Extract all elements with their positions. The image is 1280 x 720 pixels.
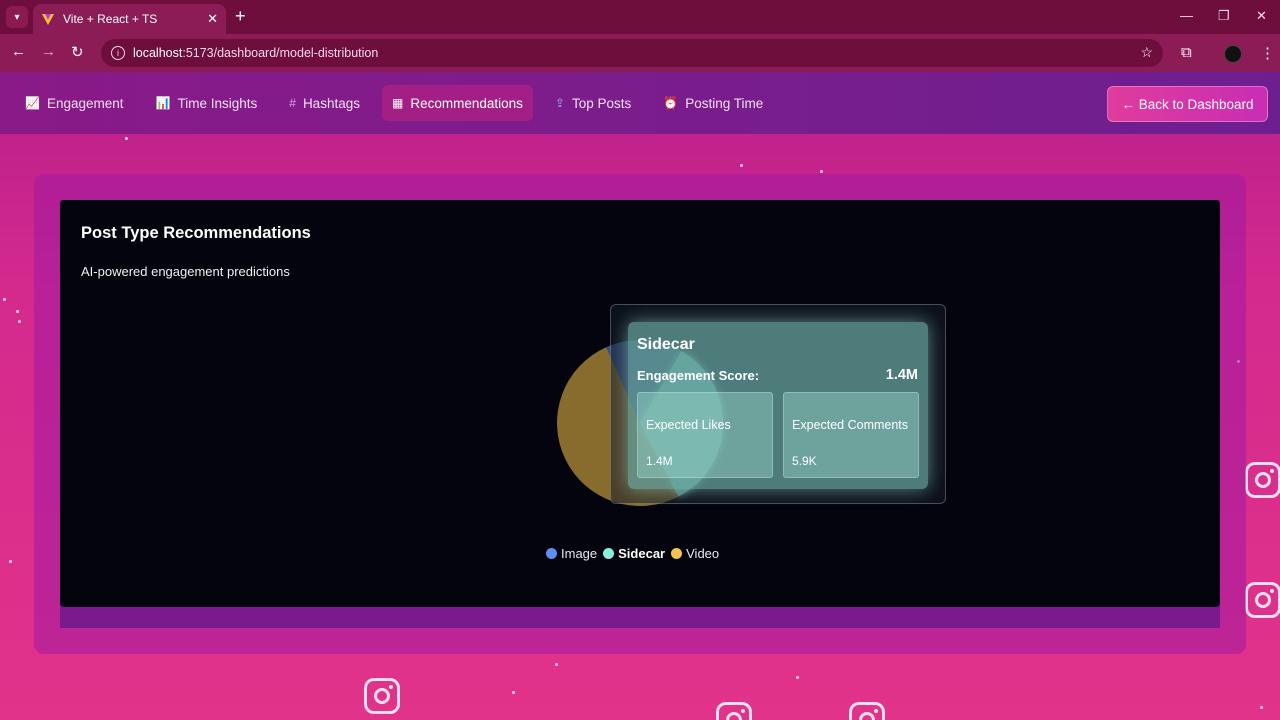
sparkle-dot (18, 320, 21, 323)
chart-icon: 📈 (25, 96, 40, 110)
upload-icon: ⇪ (554, 96, 565, 110)
alarm-clock-icon: ⏰ (663, 96, 679, 110)
sparkle-dot (740, 164, 743, 167)
tab-title: Vite + React + TS (63, 12, 158, 26)
sparkle-dot (125, 137, 128, 140)
calculator-icon: ▦ (391, 96, 404, 110)
nav-label: Time Insights (177, 95, 258, 111)
nav-label: Hashtags (302, 95, 360, 111)
legend-label: Video (686, 546, 720, 561)
tab-search-button[interactable]: ▾ (6, 6, 28, 28)
instagram-icon (1245, 582, 1280, 618)
tooltip-content: Sidecar Engagement Score: 1.4M Expected … (628, 322, 928, 489)
forward-arrow-icon[interactable]: → (41, 43, 56, 60)
legend-item-sidecar[interactable]: Sidecar (603, 546, 665, 561)
nav-posting-time[interactable]: ⏰ Posting Time (653, 85, 773, 121)
browser-toolbar: ← → ↻ i localhost:5173/dashboard/model-d… (0, 34, 1280, 72)
chevron-down-icon: ▾ (14, 11, 20, 23)
legend-swatch (603, 548, 615, 559)
nav-label: Posting Time (685, 95, 764, 111)
nav-time-insights[interactable]: 📊 Time Insights (146, 85, 268, 121)
back-arrow-icon[interactable]: ← (11, 43, 26, 60)
expected-likes-value: 1.4M (646, 454, 673, 468)
sparkle-dot (555, 663, 558, 666)
extensions-puzzle-icon[interactable]: ⧉ (1181, 44, 1192, 61)
instagram-icon (716, 702, 752, 720)
recommendations-card: Post Type Recommendations AI-powered eng… (60, 200, 1220, 607)
instagram-icon (1245, 462, 1280, 498)
legend-swatch (546, 548, 557, 559)
expected-comments-box: Expected Comments 5.9K (783, 392, 919, 478)
sparkle-dot (16, 310, 19, 313)
more-menu-icon[interactable]: ⋮ (1260, 44, 1275, 62)
tooltip-title: Sidecar (637, 336, 695, 353)
close-tab-icon[interactable]: ✕ (207, 11, 218, 27)
engagement-score-value: 1.4M (885, 367, 918, 383)
nav-label: Engagement (46, 95, 124, 111)
nav-recommendations[interactable]: ▦ Recommendations (381, 85, 533, 121)
legend-label: Image (561, 546, 598, 561)
legend-item-image[interactable]: Image (546, 546, 597, 561)
site-info-icon[interactable]: i (111, 46, 125, 60)
address-bar[interactable]: i localhost:5173/dashboard/model-distrib… (101, 39, 1163, 67)
url-path: :5173/dashboard/model-distribution (182, 46, 379, 60)
nav-label: Top Posts (571, 95, 632, 111)
sparkle-dot (512, 691, 515, 694)
sparkle-dot (820, 170, 823, 173)
expected-comments-value: 5.9K (792, 454, 817, 468)
nav-hashtags[interactable]: # Hashtags (279, 85, 370, 121)
legend-label: Sidecar (618, 546, 666, 561)
instagram-icon (364, 678, 400, 714)
nav-top-posts[interactable]: ⇪ Top Posts (545, 85, 641, 121)
sparkle-dot (3, 298, 6, 301)
legend-swatch (671, 548, 683, 559)
instagram-icon (849, 702, 885, 720)
engagement-score-label: Engagement Score: (637, 368, 760, 383)
chart-legend: Image Sidecar Video (546, 546, 725, 561)
expected-likes-label: Expected Likes (646, 418, 731, 432)
sparkle-dot (9, 560, 12, 563)
legend-item-video[interactable]: Video (671, 546, 719, 561)
new-tab-icon[interactable]: + (235, 6, 246, 27)
profile-avatar[interactable] (1224, 45, 1242, 63)
expected-comments-label: Expected Comments (792, 418, 909, 432)
sparkle-dot (1260, 706, 1263, 709)
url-host: localhost (133, 46, 183, 60)
vite-logo-icon (42, 14, 54, 25)
nav-label: Recommendations (410, 95, 523, 111)
close-window-icon[interactable]: ✕ (1256, 8, 1267, 24)
expected-likes-box: Expected Likes 1.4M (637, 392, 773, 478)
nav-engagement[interactable]: 📈 Engagement (15, 85, 134, 121)
chart-tooltip: Sidecar Engagement Score: 1.4M Expected … (610, 304, 946, 504)
minimize-icon[interactable]: — (1180, 8, 1193, 23)
bar-chart-icon: 📊 (155, 96, 171, 110)
browser-tab[interactable]: Vite + React + TS ✕ (33, 4, 226, 34)
maximize-icon[interactable]: ❐ (1218, 8, 1230, 24)
bookmark-star-icon[interactable]: ☆ (1140, 44, 1153, 61)
back-to-dashboard-button[interactable]: ← Back to Dashboard (1107, 86, 1268, 122)
reload-icon[interactable]: ↻ (71, 43, 84, 61)
sparkle-dot (796, 676, 799, 679)
app-navbar: 📈 Engagement 📊 Time Insights # Hashtags … (0, 72, 1280, 134)
hash-icon: # (289, 96, 296, 110)
